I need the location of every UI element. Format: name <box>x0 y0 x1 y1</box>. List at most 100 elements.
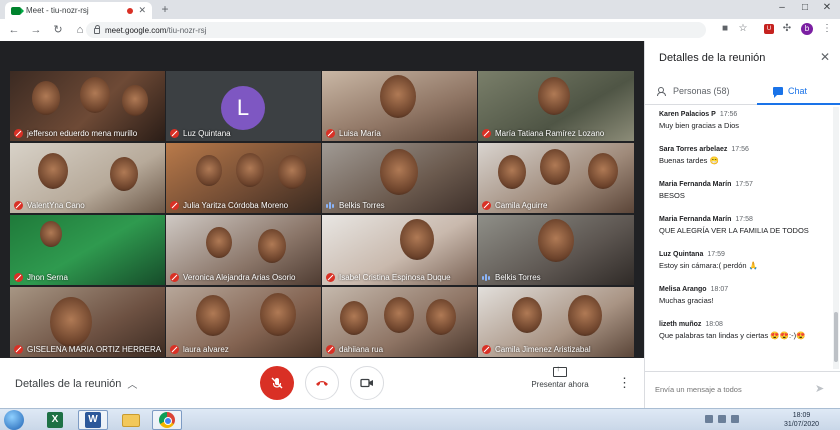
participant-tile[interactable]: Veronica Alejandra Arias Osorio <box>166 215 321 285</box>
microphone-toggle-button[interactable] <box>260 366 294 400</box>
participant-caption: Belkis Torres <box>326 201 385 210</box>
participant-face <box>122 85 148 117</box>
extensions-puzzle-icon[interactable]: ✣ <box>780 22 794 36</box>
mic-off-icon <box>271 377 283 389</box>
chat-message-header: Sara Torres arbelaez 17:56 <box>659 146 833 153</box>
profile-avatar[interactable]: b <box>801 23 813 35</box>
chat-message-input[interactable] <box>655 381 810 397</box>
participant-tile[interactable]: Belkis Torres <box>322 143 477 213</box>
tray-volume-icon[interactable] <box>731 415 739 423</box>
mic-muted-icon <box>170 345 179 354</box>
chat-message: Maria Fernanda Marín 17:57 BESOS <box>659 181 833 200</box>
participant-tile[interactable]: Camila Aguirre <box>478 143 634 213</box>
browser-tab[interactable]: Meet - tiu-nozr-rsj ✕ <box>5 2 152 19</box>
participant-tile[interactable]: ValentYna Cano <box>10 143 165 213</box>
chat-time: 18:08 <box>705 321 723 328</box>
participant-tile[interactable]: Jhon Serna <box>10 215 165 285</box>
bookmark-star-icon[interactable]: ☆ <box>736 22 750 36</box>
participant-tile[interactable]: GISELENA MARIA ORTIZ HERRERA <box>10 287 165 357</box>
browser-menu-icon[interactable]: ⋮ <box>820 22 834 36</box>
hang-up-button[interactable] <box>305 366 339 400</box>
system-tray <box>705 415 739 423</box>
chat-text: Muy bien gracias a Dios <box>659 121 740 130</box>
maximize-button[interactable]: □ <box>798 2 812 13</box>
chat-text: Estoy sin cámara:( perdón 🙏 <box>659 261 758 270</box>
browser-toolbar: ← → ↻ ⌂ meet.google.com/tiu-nozr-rsj ■ ☆… <box>0 19 840 41</box>
participant-name: laura alvarez <box>183 345 229 354</box>
tab-title: Meet - tiu-nozr-rsj <box>26 6 89 15</box>
present-now-button[interactable]: Presentar ahora <box>528 364 592 389</box>
participant-tile[interactable]: Luisa María <box>322 71 477 141</box>
chat-message-header: Maria Fernanda Marín 17:57 <box>659 181 833 188</box>
system-clock[interactable]: 18:09 31/07/2020 <box>784 411 819 429</box>
close-icon[interactable]: ✕ <box>820 50 830 64</box>
meet-favicon-icon <box>11 6 24 15</box>
tab-people-label: Personas (58) <box>673 86 730 96</box>
participant-tile[interactable]: L Luz Quintana <box>166 71 321 141</box>
chat-message-header: lizeth muñoz 18:08 <box>659 321 833 328</box>
address-bar[interactable]: meet.google.com/tiu-nozr-rsj <box>86 22 706 38</box>
chat-message-header: Luz Quintana 17:59 <box>659 251 833 258</box>
participant-name: Luz Quintana <box>183 129 231 138</box>
scrollbar-thumb[interactable] <box>834 312 838 362</box>
chat-message: lizeth muñoz 18:08 Que palabras tan lindas… <box>659 321 833 340</box>
panel-tabs: Personas (58) Chat <box>645 77 840 105</box>
chat-text: Que palabras tan lindas y ciertas 😍😍:-)😍 <box>659 331 806 340</box>
chat-text: BESOS <box>659 191 685 200</box>
participant-face <box>278 155 306 189</box>
start-button[interactable] <box>4 410 24 430</box>
participant-tile[interactable]: jefferson eduerdo mena murillo <box>10 71 165 141</box>
minimize-button[interactable]: – <box>775 2 789 13</box>
participant-tile[interactable]: Isabel Cristina Espinosa Duque <box>322 215 477 285</box>
chat-sender: lizeth muñoz <box>659 321 702 328</box>
tab-close-icon[interactable]: ✕ <box>138 5 146 16</box>
reload-icon[interactable]: ↻ <box>50 22 66 38</box>
chrome-taskbar-icon[interactable] <box>152 410 182 430</box>
participant-tile[interactable]: Julia Yaritza Córdoba Moreno <box>166 143 321 213</box>
new-tab-button[interactable]: + <box>157 2 173 17</box>
participant-tile[interactable]: María Tatiana Ramírez Lozano <box>478 71 634 141</box>
participant-name: Jhon Serna <box>27 273 68 282</box>
chat-icon <box>773 87 783 98</box>
forward-arrow-icon[interactable]: → <box>28 22 44 38</box>
lock-icon <box>94 25 100 34</box>
extension-shield-icon[interactable]: U <box>764 24 774 34</box>
chat-message-header: Karen Palacios P 17:56 <box>659 111 833 118</box>
chat-time: 17:59 <box>707 251 725 258</box>
mic-muted-icon <box>14 345 23 354</box>
close-window-button[interactable]: ✕ <box>820 2 834 13</box>
chat-message: Karen Palacios P 17:56 Muy bien gracias a … <box>659 111 833 130</box>
chat-message-header: Melisa Arango 18:07 <box>659 286 833 293</box>
chat-text: QUE ALEGRÍA VER LA FAMILIA DE TODOS <box>659 226 809 235</box>
folder-taskbar-icon[interactable] <box>116 410 146 430</box>
chat-compose-area: ➤ <box>645 371 840 408</box>
participant-name: Julia Yaritza Córdoba Moreno <box>183 201 289 210</box>
participant-tile[interactable]: dahiiana rua <box>322 287 477 357</box>
excel-taskbar-icon[interactable]: X <box>40 410 70 430</box>
back-arrow-icon[interactable]: ← <box>6 22 22 38</box>
participant-name: GISELENA MARIA ORTIZ HERRERA <box>27 345 162 354</box>
mic-muted-icon <box>326 129 335 138</box>
participant-tile[interactable]: laura alvarez <box>166 287 321 357</box>
more-options-icon[interactable]: ⋮ <box>618 376 631 389</box>
chat-time: 17:56 <box>731 146 749 153</box>
participant-name: jefferson eduerdo mena murillo <box>27 129 138 138</box>
participant-tile[interactable]: Belkis Torres <box>478 215 634 285</box>
participant-face <box>50 297 92 348</box>
active-tab-indicator <box>757 103 840 105</box>
tab-chat-label: Chat <box>788 86 808 96</box>
camera-toggle-button[interactable] <box>350 366 384 400</box>
tab-people[interactable]: Personas (58) <box>657 77 730 105</box>
send-icon[interactable]: ➤ <box>815 382 824 395</box>
chat-scrollbar[interactable] <box>833 107 839 369</box>
tab-chat[interactable]: Chat <box>773 77 807 105</box>
participant-tile[interactable]: Camila Jimenez Aristizabal <box>478 287 634 357</box>
mic-muted-icon <box>326 273 335 282</box>
tray-flag-icon[interactable] <box>705 415 713 423</box>
meeting-details-button[interactable]: Detalles de la reunión ︿ <box>15 376 137 392</box>
word-taskbar-icon[interactable]: W <box>78 410 108 430</box>
tray-network-icon[interactable] <box>718 415 726 423</box>
mic-muted-icon <box>170 273 179 282</box>
camera-icon[interactable]: ■ <box>718 22 732 36</box>
participant-face <box>538 219 574 263</box>
